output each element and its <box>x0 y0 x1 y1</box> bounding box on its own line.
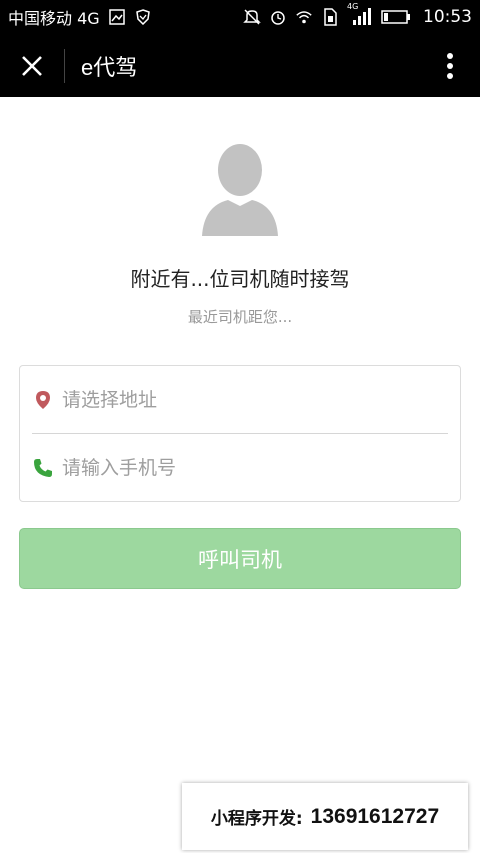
nearby-drivers-headline: 附近有...位司机随时接驾 <box>130 267 350 291</box>
sim-icon <box>321 8 339 26</box>
status-right: 4G 10:53 <box>243 2 472 27</box>
address-row[interactable] <box>20 366 460 434</box>
nav-divider <box>64 48 65 83</box>
network-type-label: 4G <box>347 2 359 11</box>
close-icon <box>22 55 42 76</box>
location-pin-icon <box>32 389 54 411</box>
close-button[interactable] <box>0 34 64 97</box>
phone-input[interactable] <box>62 448 422 488</box>
nearest-driver-distance: 最近司机距您... <box>187 308 293 326</box>
user-silhouette-icon <box>202 144 278 236</box>
battery-icon <box>381 8 411 26</box>
call-driver-button[interactable]: 呼叫司机 <box>19 528 461 589</box>
phone-row[interactable] <box>20 434 460 502</box>
image-icon <box>108 8 126 26</box>
status-time: 10:53 <box>423 7 472 27</box>
mute-icon <box>243 8 261 26</box>
address-input[interactable] <box>62 380 422 420</box>
phone-icon <box>32 457 54 479</box>
promo-phone: 13691612727 <box>310 804 440 828</box>
page-title: e代驾 <box>81 54 138 80</box>
more-button[interactable] <box>438 34 462 97</box>
promo-banner: 小程序开发: 13691612727 <box>182 783 468 850</box>
more-vertical-icon <box>447 52 453 79</box>
status-left: 中国移动 4G <box>8 5 152 29</box>
booking-form <box>19 365 461 502</box>
wifi-icon <box>295 8 313 26</box>
carrier-label: 中国移动 4G <box>8 9 100 28</box>
promo-label: 小程序开发: <box>210 809 303 829</box>
nav-bar: e代驾 <box>0 34 480 97</box>
signal-icon: 4G <box>347 2 373 26</box>
avatar <box>200 140 280 236</box>
alarm-icon <box>269 8 287 26</box>
shield-icon <box>134 8 152 26</box>
status-bar: 中国移动 4G 4G 10:53 <box>0 0 480 34</box>
